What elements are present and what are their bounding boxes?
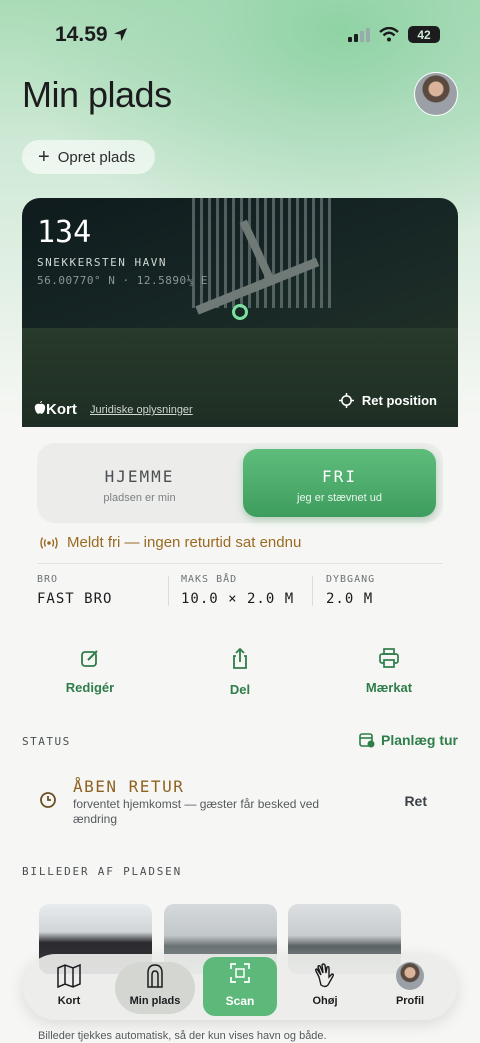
create-berth-button[interactable]: + Opret plads <box>22 140 155 174</box>
scan-button[interactable]: Scan <box>203 957 277 1016</box>
plan-trip-label: Planlæg tur <box>380 732 458 748</box>
status-notice-text: Meldt fri — ingen returtid sat endnu <box>67 534 302 551</box>
return-status-description: forventet hjemkomst — gæster får besked … <box>73 797 320 826</box>
wave-hand-icon <box>314 963 335 988</box>
signal-icon <box>348 27 370 42</box>
radio-waves-icon <box>40 536 58 549</box>
legal-link[interactable]: Juridiske oplysninger <box>90 404 193 416</box>
tab-my-berth-label: Min plads <box>129 995 181 1007</box>
maps-attribution: Kort <box>34 401 77 418</box>
battery-icon: 42 <box>408 26 440 43</box>
location-marker <box>232 304 248 320</box>
spec-depth: DYBGANG 2.0 M <box>326 574 375 607</box>
spec-value: FAST BRO <box>37 591 113 607</box>
buoy-icon <box>147 964 163 988</box>
divider <box>168 576 169 606</box>
spec-label: DYBGANG <box>326 574 376 585</box>
toggle-home-title: HJEMME <box>104 467 175 486</box>
share-label: Del <box>229 682 251 697</box>
tab-map[interactable]: Kort <box>29 962 109 1014</box>
clock-icon <box>40 792 56 808</box>
tab-bar: Kort Min plads Scan Ohøj Profil <box>23 954 457 1020</box>
map-icon <box>57 964 81 988</box>
coordinates: 56.00770° N · 12.5890⅓ E <box>37 274 208 287</box>
maps-provider-label: Kort <box>46 401 77 418</box>
status-notice: Meldt fri — ingen returtid sat endnu <box>40 534 301 551</box>
toggle-free[interactable]: FRI jeg er stævnet ud <box>243 449 436 517</box>
share-button[interactable]: Del <box>172 648 308 708</box>
edit-icon <box>81 650 98 667</box>
clock-time: 14.59 <box>55 23 128 47</box>
print-label-text: Mærkat <box>365 680 413 695</box>
return-status-title: ÅBEN RETUR <box>73 777 185 796</box>
page-title: Min plads <box>22 74 172 115</box>
spec-value: 2.0 M <box>326 591 374 607</box>
toggle-home-subtitle: pladsen er min <box>103 492 176 504</box>
tab-ahoy-label: Ohøj <box>312 995 338 1007</box>
berth-status-toggle: HJEMME pladsen er min FRI jeg er stævnet… <box>37 443 443 523</box>
tab-ahoy[interactable]: Ohøj <box>285 962 365 1014</box>
map-water <box>22 328 458 427</box>
spec-label: MAKS BÅD <box>181 574 238 585</box>
status-section-label: STATUS <box>22 735 71 748</box>
status-bar: 14.59 42 <box>0 0 480 70</box>
tab-profile-label: Profil <box>395 995 425 1007</box>
tab-my-berth[interactable]: Min plads <box>115 962 195 1014</box>
tab-profile[interactable]: Profil <box>370 962 450 1014</box>
adjust-position-button[interactable]: Ret position <box>338 393 437 408</box>
edit-label: Redigér <box>65 680 115 695</box>
photos-section-label: BILLEDER AF PLADSEN <box>22 865 183 878</box>
profile-avatar-small <box>396 962 424 990</box>
tab-map-label: Kort <box>57 995 81 1007</box>
qr-scan-icon <box>230 963 250 983</box>
location-arrow-icon <box>114 27 128 42</box>
spec-dock: BRO FAST BRO <box>37 574 112 607</box>
photos-note: Billeder tjekkes automatisk, så der kun … <box>38 1030 327 1042</box>
edit-button[interactable]: Redigér <box>22 648 158 708</box>
create-berth-label: Opret plads <box>57 148 136 166</box>
wifi-icon <box>379 27 399 42</box>
return-status-card: ÅBEN RETUR forventet hjemkomst — gæster … <box>22 765 458 835</box>
plan-trip-button[interactable]: Planlæg tur <box>359 732 458 748</box>
share-icon <box>233 648 247 669</box>
toggle-home[interactable]: HJEMME pladsen er min <box>37 443 242 523</box>
crosshair-icon <box>338 393 354 408</box>
map-view[interactable]: 134 SNEKKERSTEN HAVN 56.00770° N · 12.58… <box>22 198 458 427</box>
toggle-free-title: FRI <box>322 467 357 486</box>
berth-number: 134 <box>37 215 92 250</box>
print-label-button[interactable]: Mærkat <box>321 648 457 708</box>
spec-label: BRO <box>37 574 59 585</box>
plus-icon: + <box>38 146 50 168</box>
time-text: 14.59 <box>55 23 108 46</box>
apple-icon <box>34 401 46 414</box>
edit-return-button[interactable]: Ret <box>404 793 427 809</box>
divider <box>312 576 313 606</box>
harbor-name: SNEKKERSTEN HAVN <box>37 256 167 269</box>
printer-icon <box>379 648 399 668</box>
spec-value: 10.0 × 2.0 M <box>181 591 295 607</box>
toggle-free-subtitle: jeg er stævnet ud <box>297 492 382 504</box>
divider <box>37 563 443 564</box>
adjust-position-label: Ret position <box>361 393 437 408</box>
profile-avatar[interactable] <box>414 72 458 116</box>
status-indicators: 42 <box>348 26 440 43</box>
spec-max-boat: MAKS BÅD 10.0 × 2.0 M <box>181 574 294 607</box>
scan-label: Scan <box>225 994 255 1008</box>
calendar-icon <box>359 733 375 748</box>
